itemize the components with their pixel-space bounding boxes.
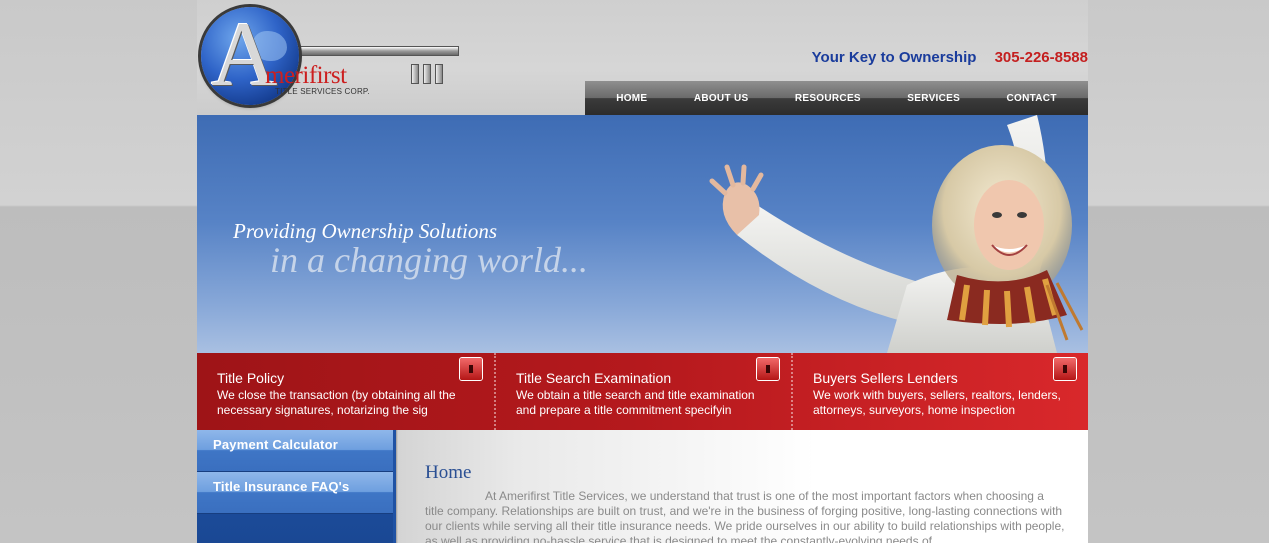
feature-desc: We work with buyers, sellers, realtors, … [813,388,1061,417]
sidebar-item-title-insurance-faq[interactable]: Title Insurance FAQ's [197,472,393,514]
feature-buyers-sellers[interactable]: Buyers Sellers Lenders We work with buye… [791,353,1088,430]
sidebar-item-label: Title Insurance FAQ's [213,479,350,494]
logo-subtitle: TITLE SERVICES CORP. [275,87,370,96]
sidebar-item-payment-calculator[interactable]: Payment Calculator [197,430,393,472]
key-tooth [435,64,443,84]
lock-icon[interactable] [460,358,482,380]
hero-banner: Providing Ownership Solutions in a chang… [197,115,1088,353]
logo-name: merifirst [265,62,347,89]
page-wrapper: A merifirst TITLE SERVICES CORP. Your Ke… [197,0,1088,543]
nav-contact[interactable]: CONTACT [1007,93,1057,104]
feature-title-policy[interactable]: Title Policy We close the transaction (b… [197,353,494,430]
feature-title: Title Policy [217,370,285,386]
logo[interactable]: A merifirst TITLE SERVICES CORP. [197,4,467,109]
feature-title: Title Search Examination [516,370,672,386]
key-shaft [289,46,459,56]
feature-title: Buyers Sellers Lenders [813,370,958,386]
page-title: Home [425,462,472,483]
feature-title-search[interactable]: Title Search Examination We obtain a tit… [494,353,791,430]
main-nav: HOME ABOUT US RESOURCES SERVICES CONTACT [585,81,1088,115]
hero-subheadline: in a changing world... [270,240,589,280]
tagline-text: Your Key to Ownership [811,49,977,66]
nav-home[interactable]: HOME [616,93,647,104]
lock-icon[interactable] [757,358,779,380]
intro-paragraph: At Amerifirst Title Services, we underst… [425,489,1065,543]
feature-strip: Title Policy We close the transaction (b… [197,353,1088,430]
feature-desc: We obtain a title search and title exami… [516,388,755,417]
lock-icon[interactable] [1054,358,1076,380]
hero-photo [709,115,1084,353]
nav-resources[interactable]: RESOURCES [795,93,861,104]
header: A merifirst TITLE SERVICES CORP. Your Ke… [197,0,1088,115]
sidebar: Payment Calculator Title Insurance FAQ's [197,430,393,543]
nav-about-us[interactable]: ABOUT US [694,93,749,104]
tagline: Your Key to Ownership 305-226-8588 [812,49,1088,66]
phone-number: 305-226-8588 [994,49,1088,66]
key-tooth [423,64,431,84]
feature-desc: We close the transaction (by obtaining a… [217,388,456,417]
nav-services[interactable]: SERVICES [907,93,960,104]
sidebar-item-label: Payment Calculator [213,437,338,452]
key-tooth [411,64,419,84]
main-content: Home At Amerifirst Title Services, we un… [393,430,1088,543]
